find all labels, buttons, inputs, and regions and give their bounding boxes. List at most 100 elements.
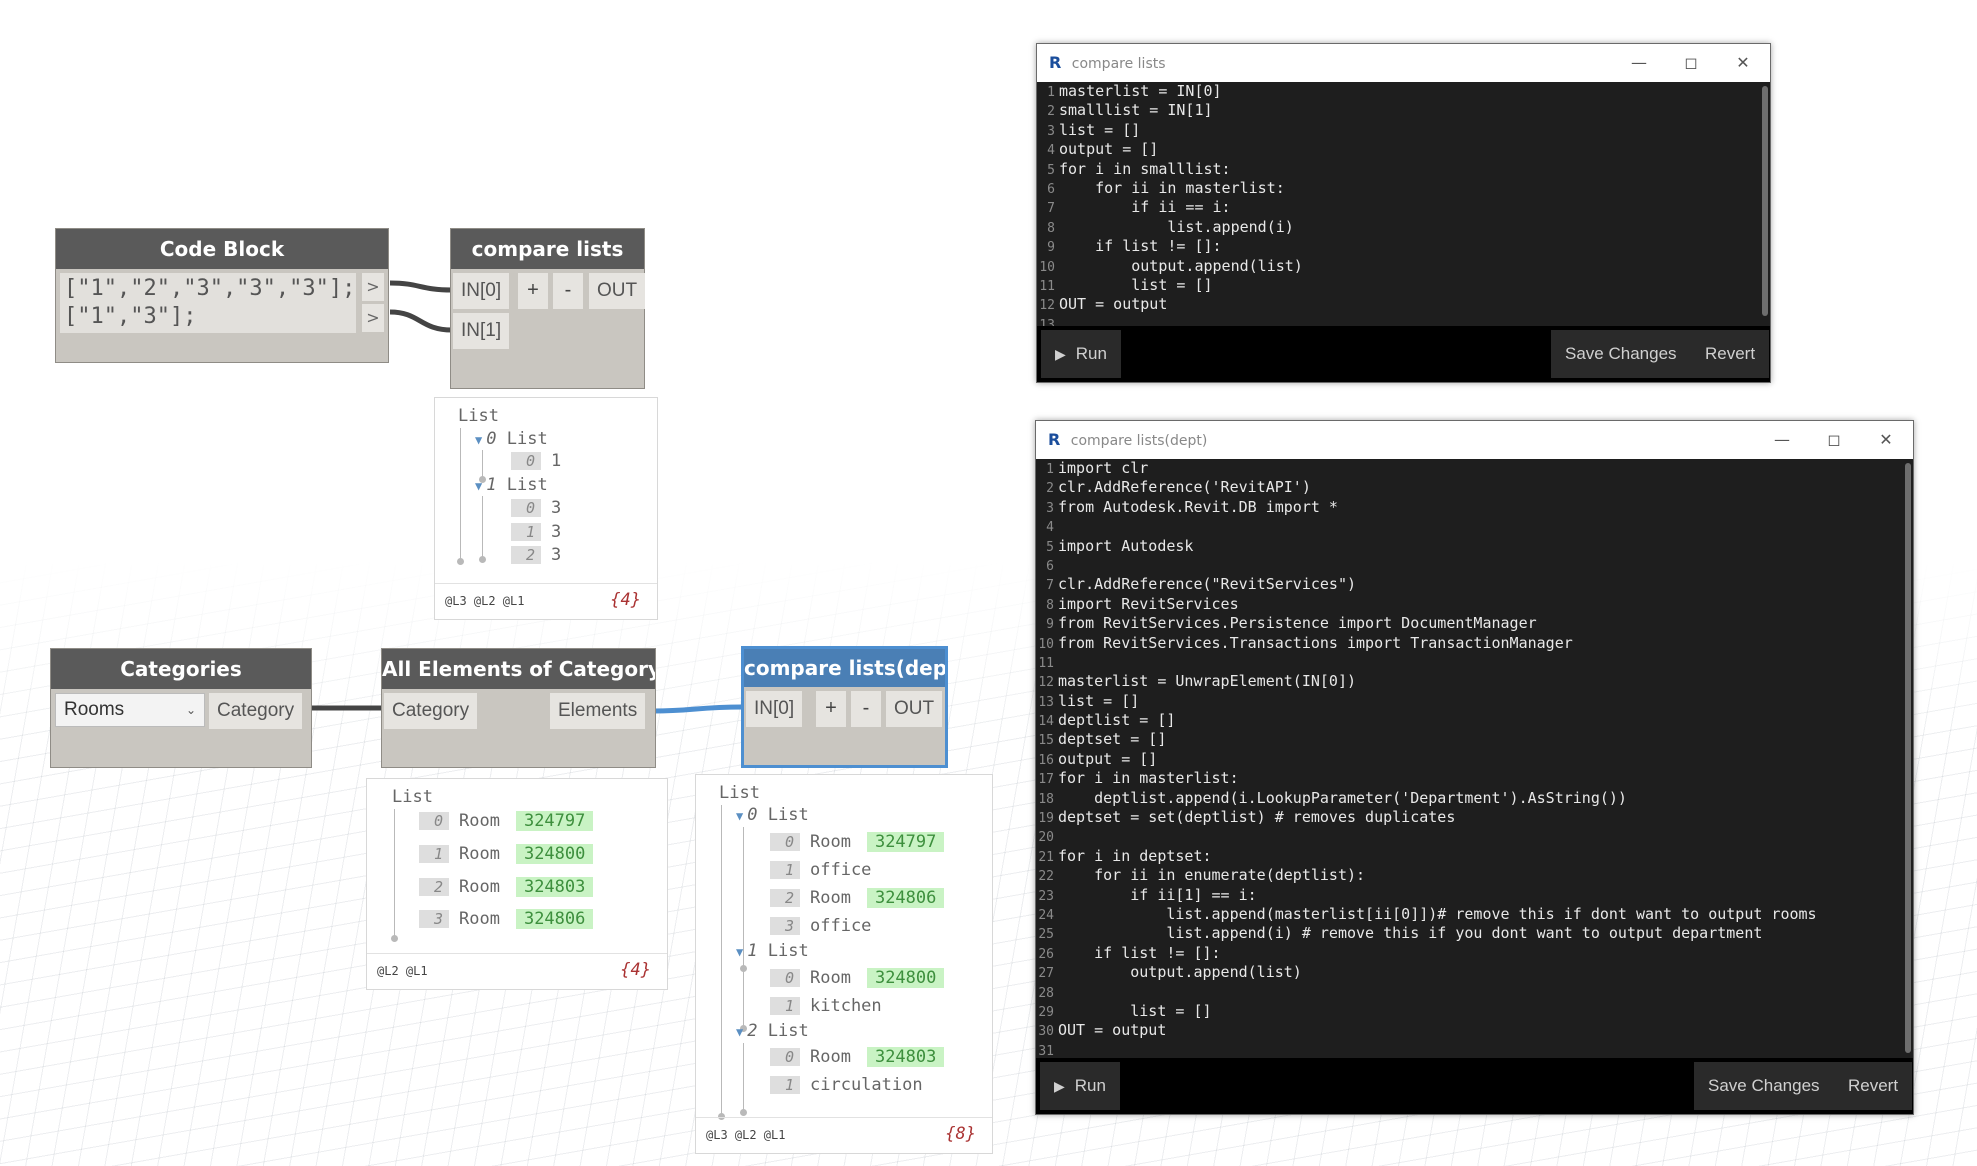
code-line: 15 deptset = [] xyxy=(1038,730,1167,749)
all-elements-title: All Elements of Category xyxy=(382,649,655,689)
code-line: 8 list.append(i) xyxy=(1047,217,1294,236)
remove-input-button[interactable]: - xyxy=(553,273,583,309)
output-port-out[interactable]: OUT xyxy=(886,691,943,727)
preview-item: 0 Room 324803 xyxy=(770,1047,945,1067)
preview-item: 03 xyxy=(511,498,561,518)
code-line: 3 list = [] xyxy=(1047,120,1141,139)
preview-item: 23 xyxy=(511,545,561,565)
code-line: 12 OUT = output xyxy=(1039,295,1168,314)
code-line: 18 deptlist.append(i.LookupParameter('De… xyxy=(1038,788,1627,807)
category-dropdown[interactable]: Rooms ⌄ xyxy=(55,693,205,727)
play-icon: ▶ xyxy=(1054,1078,1065,1094)
revert-button[interactable]: Revert xyxy=(1691,330,1770,378)
code-block-editor[interactable]: ["1","2","3","3","3"]; ["1","3"]; xyxy=(60,273,356,333)
list-levels: @L3 @L2 @L1 xyxy=(445,594,525,608)
code-line: 2 clr.AddReference('RevitAPI') xyxy=(1046,478,1311,497)
code-line: 31 xyxy=(1038,1043,1054,1058)
revert-button[interactable]: Revert xyxy=(1834,1062,1913,1110)
category-selected: Rooms xyxy=(64,699,125,720)
wire-codeblock-in0 xyxy=(389,280,453,293)
editor-title-bar[interactable]: R compare lists(dept) — ◻ ✕ xyxy=(1036,421,1913,459)
code-block-node[interactable]: Code Block ["1","2","3","3","3"]; ["1","3… xyxy=(55,228,389,363)
code-line: 7 clr.AddReference("RevitServices") xyxy=(1046,575,1357,594)
input-port-in1[interactable]: IN[1] xyxy=(453,313,510,349)
code-line: 1 masterlist = IN[0] xyxy=(1047,82,1222,100)
play-icon: ▶ xyxy=(1055,346,1066,362)
minimize-icon[interactable]: — xyxy=(1616,44,1662,82)
save-changes-button[interactable]: Save Changes xyxy=(1694,1062,1834,1110)
preview-item: 3 Room 324806 xyxy=(419,909,594,929)
input-port-in0[interactable]: IN[0] xyxy=(746,691,803,727)
code-line: 5 import Autodesk xyxy=(1046,536,1194,555)
run-button[interactable]: ▶ Run xyxy=(1041,330,1121,378)
preview-item: 2 Room 324806 xyxy=(770,888,945,908)
editor-scrollbar[interactable] xyxy=(1905,463,1911,1053)
collapse-icon[interactable]: ▼ xyxy=(475,479,482,493)
preview-footer: @L3 @L2 @L1 {4} xyxy=(435,583,657,619)
add-input-button[interactable]: + xyxy=(816,691,846,727)
collapse-icon[interactable]: ▼ xyxy=(736,945,743,959)
code-line: 23 if ii[1] == i: xyxy=(1038,885,1257,904)
code-editor[interactable]: 1 import clr 2 clr.AddReference('RevitAPI')… xyxy=(1036,459,1903,1058)
code-line: 21 for i in deptset: xyxy=(1038,846,1212,865)
maximize-icon[interactable]: ◻ xyxy=(1811,421,1857,459)
code-block-output-port-1[interactable]: > xyxy=(362,273,384,301)
output-port-elements[interactable]: Elements xyxy=(550,693,646,729)
code-line: 14 deptlist = [] xyxy=(1038,711,1176,730)
code-line: 22 for ii in enumerate(deptlist): xyxy=(1038,866,1366,885)
chevron-down-icon: ⌄ xyxy=(185,703,196,717)
all-elements-of-category-node[interactable]: All Elements of Category Category Elemen… xyxy=(381,648,656,768)
close-icon[interactable]: ✕ xyxy=(1720,44,1766,82)
preview-group-0: ▼ 0 List xyxy=(736,805,809,825)
preview-item: 1 office xyxy=(770,860,871,880)
output-port-out[interactable]: OUT xyxy=(589,273,646,309)
close-icon[interactable]: ✕ xyxy=(1863,421,1909,459)
revit-logo-icon: R xyxy=(1048,430,1061,449)
output-port-category[interactable]: Category xyxy=(209,693,303,729)
code-line: 28 xyxy=(1038,985,1054,1001)
preview-item: 01 xyxy=(511,451,561,471)
list-levels: @L3 @L2 @L1 xyxy=(706,1128,786,1142)
code-line: 17 for i in masterlist: xyxy=(1038,769,1239,788)
item-count: {4} xyxy=(620,960,651,980)
minimize-icon[interactable]: — xyxy=(1759,421,1805,459)
code-line: 9 if list != []: xyxy=(1047,237,1222,256)
preview-root-label: List xyxy=(458,406,499,426)
python-editor-compare-lists[interactable]: R compare lists — ◻ ✕ 1 masterlist = IN[0… xyxy=(1036,43,1771,383)
code-line: 24 list.append(masterlist[ii[0]])# remov… xyxy=(1038,904,1817,923)
compare-lists-dept-title: compare lists(dept) xyxy=(744,649,945,687)
compare-lists-dept-node[interactable]: compare lists(dept) IN[0] + - OUT xyxy=(741,646,948,768)
python-editor-compare-lists-dept[interactable]: R compare lists(dept) — ◻ ✕ 1 import clr 2… xyxy=(1035,420,1914,1115)
code-block-output-port-2[interactable]: > xyxy=(362,304,384,332)
editor-title: compare lists xyxy=(1071,56,1166,72)
collapse-icon[interactable]: ▼ xyxy=(475,433,482,447)
code-line-2: ["1","3"]; xyxy=(64,304,197,329)
add-input-button[interactable]: + xyxy=(518,273,548,309)
editor-title-bar[interactable]: R compare lists — ◻ ✕ xyxy=(1037,44,1770,82)
preview-item: 1 kitchen xyxy=(770,996,882,1016)
list-levels: @L2 @L1 xyxy=(377,964,428,978)
compare-lists-node[interactable]: compare lists IN[0] IN[1] + - OUT xyxy=(450,228,646,389)
categories-node[interactable]: Categories Rooms ⌄ Category xyxy=(50,648,312,768)
code-line: 20 xyxy=(1038,830,1054,846)
run-button[interactable]: ▶ Run xyxy=(1040,1062,1120,1110)
code-line: 12 masterlist = UnwrapElement(IN[0]) xyxy=(1038,672,1357,691)
compare-lists-title: compare lists xyxy=(451,229,644,269)
code-line: 6 xyxy=(1046,558,1054,574)
save-changes-button[interactable]: Save Changes xyxy=(1551,330,1691,378)
item-count: {8} xyxy=(945,1124,976,1144)
preview-root-label: List xyxy=(392,787,433,807)
collapse-icon[interactable]: ▼ xyxy=(736,809,743,823)
remove-input-button[interactable]: - xyxy=(851,691,881,727)
collapse-icon[interactable]: ▼ xyxy=(736,1025,743,1039)
code-editor[interactable]: 1 masterlist = IN[0] 2 smalllist = IN[1] 3… xyxy=(1037,82,1760,326)
code-line: 5 for i in smalllist: xyxy=(1047,159,1231,178)
input-port-in0[interactable]: IN[0] xyxy=(453,273,510,309)
preview-item: 0 Room 324797 xyxy=(419,811,594,831)
editor-scrollbar[interactable] xyxy=(1762,86,1768,316)
maximize-icon[interactable]: ◻ xyxy=(1668,44,1714,82)
code-line: 3 from Autodesk.Revit.DB import * xyxy=(1046,497,1338,516)
preview-item: 3 office xyxy=(770,916,871,936)
code-line: 30 OUT = output xyxy=(1038,1021,1167,1040)
input-port-category[interactable]: Category xyxy=(384,693,478,729)
